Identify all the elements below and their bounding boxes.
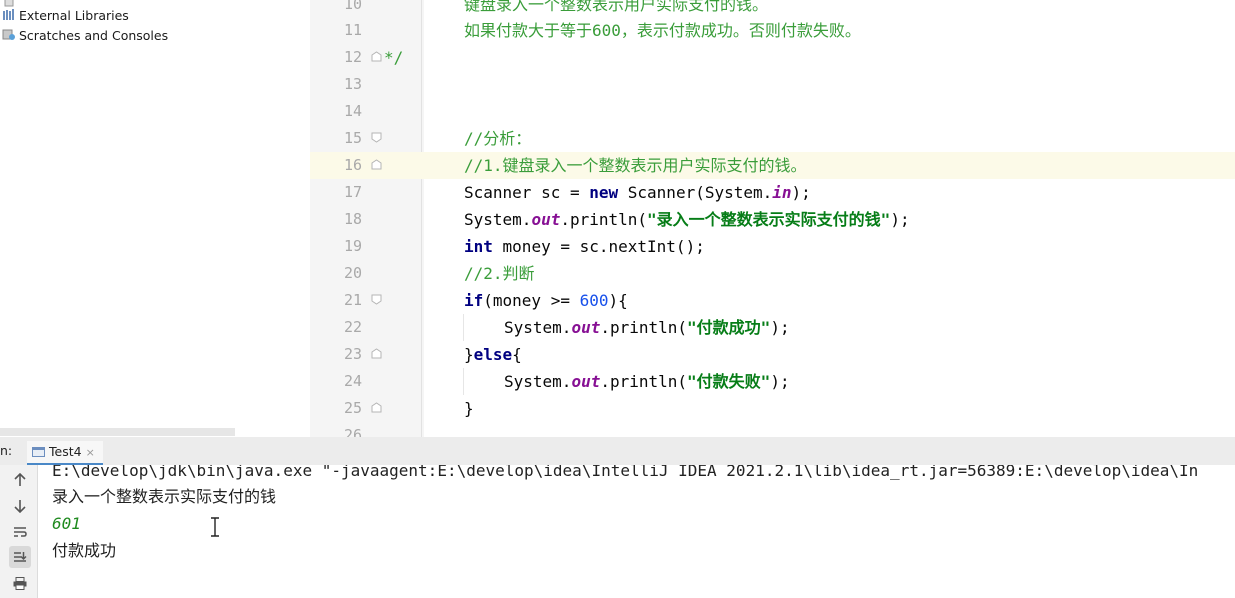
project-tree: External Libraries Scratches and Console… (0, 0, 310, 437)
tree-item-scratches[interactable]: Scratches and Consoles (2, 26, 168, 46)
tree-item-external-libraries[interactable]: External Libraries (2, 6, 129, 26)
line-number: 14 (343, 102, 362, 120)
line-number: 25 (343, 399, 362, 417)
tree-horizontal-scrollbar[interactable] (0, 428, 235, 436)
code-line-25[interactable]: } (464, 395, 474, 422)
fold-start-icon[interactable] (371, 132, 382, 143)
line-number: 10 (343, 0, 362, 13)
line-number: 21 (343, 291, 362, 309)
fold-end-icon[interactable] (371, 348, 382, 359)
scratches-icon (2, 27, 16, 40)
tree-item-label: Scratches and Consoles (19, 28, 169, 43)
code-line-18[interactable]: System.out.println("录入一个整数表示实际支付的钱"); (464, 206, 910, 233)
library-icon (2, 7, 16, 20)
console-icon (32, 442, 45, 457)
fold-end-icon[interactable] (371, 402, 382, 413)
line-number: 12 (343, 48, 362, 66)
line-number: 18 (343, 210, 362, 228)
line-number: 22 (343, 318, 362, 336)
code-line-20[interactable]: //2.判断 (464, 260, 535, 287)
run-label: n: (0, 443, 13, 458)
code-line-12[interactable]: */ (384, 44, 403, 71)
code-line-22[interactable]: System.out.println("付款成功"); (504, 314, 790, 341)
run-tab-test4[interactable]: Test4 × (27, 441, 103, 465)
text-cursor-icon (211, 517, 219, 537)
line-number: 20 (343, 264, 362, 282)
line-number: 17 (343, 183, 362, 201)
print-icon[interactable] (9, 572, 31, 594)
run-tab-label: Test4 (49, 444, 82, 459)
fold-end-icon[interactable] (371, 159, 382, 170)
console-line-user-input: 601 (52, 514, 81, 533)
file-icon (2, 0, 16, 7)
down-arrow-icon[interactable] (9, 495, 31, 517)
code-line-15[interactable]: //分析： (464, 125, 531, 152)
indent-guide (463, 314, 464, 341)
code-line-10[interactable]: 键盘录入一个整数表示用户实际支付的钱。 (464, 0, 768, 18)
line-number: 23 (343, 345, 362, 363)
close-icon[interactable]: × (86, 446, 95, 459)
soft-wrap-icon[interactable] (9, 521, 31, 543)
fold-end-icon[interactable] (371, 51, 382, 62)
console-line-prompt: 录入一个整数表示实际支付的钱 (52, 487, 277, 506)
code-line-19[interactable]: int money = sc.nextInt(); (464, 233, 705, 260)
tree-item-label: External Libraries (19, 8, 129, 23)
console-line-command: E:\develop\jdk\bin\java.exe "-javaagent:… (52, 465, 1199, 480)
fold-start-icon[interactable] (371, 294, 382, 305)
code-line-21[interactable]: if(money >= 600){ (464, 287, 628, 314)
code-line-17[interactable]: Scanner sc = new Scanner(System.in); (464, 179, 811, 206)
code-line-16[interactable]: //1.键盘录入一个整数表示用户实际支付的钱。 (464, 152, 807, 179)
console-line-result: 付款成功 (52, 541, 117, 560)
line-number: 16 (343, 156, 362, 174)
run-toolbar (0, 465, 38, 598)
line-number: 15 (343, 129, 362, 147)
line-number: 24 (343, 372, 362, 390)
code-line-11[interactable]: 如果付款大于等于600，表示付款成功。否则付款失败。 (464, 17, 861, 44)
code-line-23[interactable]: }else{ (464, 341, 522, 368)
indent-guide (463, 368, 464, 395)
run-panel-header: n: Test4 × (0, 437, 1235, 466)
scroll-to-end-icon[interactable] (9, 546, 31, 568)
line-number: 19 (343, 237, 362, 255)
code-line-24[interactable]: System.out.println("付款失败"); (504, 368, 790, 395)
up-arrow-icon[interactable] (9, 469, 31, 491)
gutter-divider (421, 0, 422, 437)
line-number: 11 (343, 21, 362, 39)
line-number: 13 (343, 75, 362, 93)
